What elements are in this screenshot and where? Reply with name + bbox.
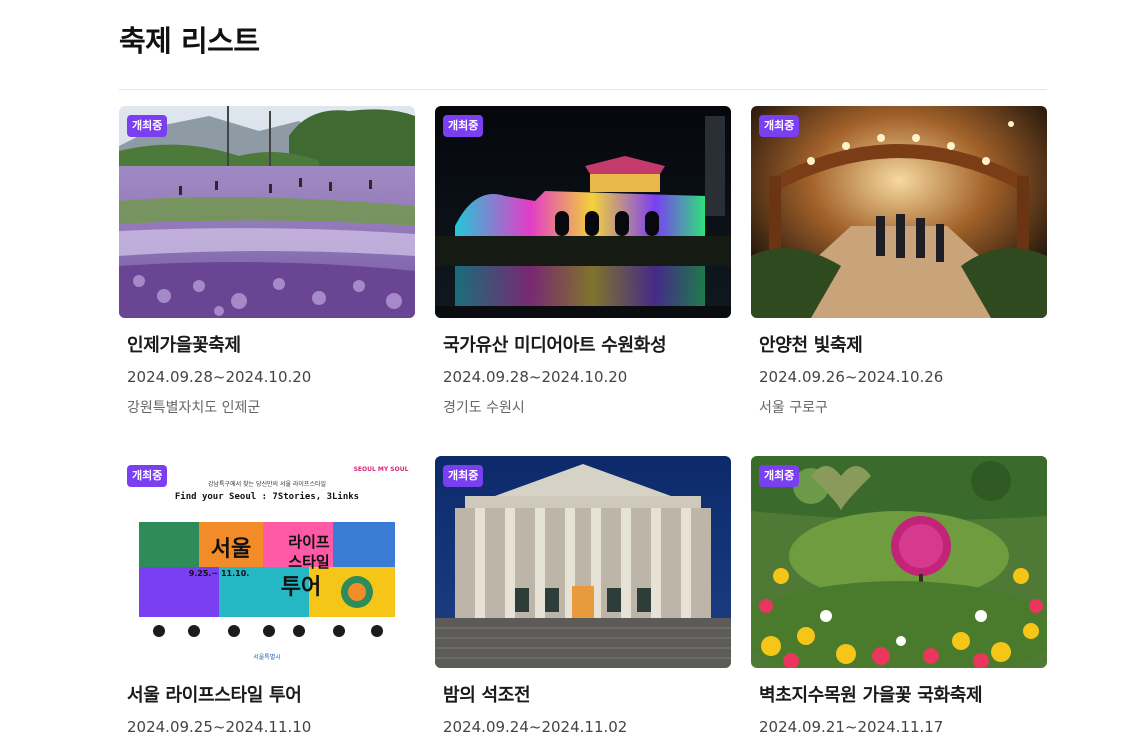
lifestyle-tour-poster-image: 강남특구에서 찾는 당신만의 서울 라이프스타일 Find your Seoul… <box>119 456 415 668</box>
festival-date: 2024.09.26~2024.10.26 <box>759 368 944 386</box>
night-fortress-projection-image <box>435 106 731 318</box>
festival-title[interactable]: 서울 라이프스타일 투어 <box>127 681 302 707</box>
festival-title[interactable]: 국가유산 미디어아트 수원화성 <box>443 331 667 357</box>
svg-text:라이프: 라이프 <box>288 533 330 551</box>
festival-date: 2024.09.21~2024.11.17 <box>759 718 944 736</box>
festival-location: 강원특별자치도 인제군 <box>127 400 261 416</box>
status-badge: 개최중 <box>127 115 168 137</box>
festival-thumbnail[interactable]: 개최중 <box>751 106 1047 318</box>
festival-card[interactable]: 개최중 밤의 석조전 2024.09.24~2024.11.02 <box>435 456 731 742</box>
page-title: 축제 리스트 <box>119 24 260 58</box>
festival-card[interactable]: 개최중 국가유산 미디어아트 수원화성 2024.09.28~2024.10.2… <box>435 106 731 424</box>
festival-card[interactable]: 개최중 벽초지수목원 가을꽃 국화축제 2024.09.21~2024.11.1… <box>751 456 1047 742</box>
purple-flower-field-image <box>119 106 415 318</box>
festival-title[interactable]: 인제가을꽃축제 <box>127 331 241 357</box>
chrysanthemum-garden-image <box>751 456 1047 668</box>
festival-list-page: 축제 리스트 개최중 인제가을꽃축제 2024.09.28~2024.10.20… <box>0 0 1124 742</box>
svg-text:강남특구에서 찾는 당신만의 서울 라이프스타일: 강남특구에서 찾는 당신만의 서울 라이프스타일 <box>208 480 326 488</box>
festival-date: 2024.09.25~2024.11.10 <box>127 718 312 736</box>
festival-title[interactable]: 벽초지수목원 가을꽃 국화축제 <box>759 681 983 707</box>
stone-palace-night-image <box>435 456 731 668</box>
svg-text:서울특별시: 서울특별시 <box>253 653 281 661</box>
festival-card[interactable]: 개최중 인제가을꽃축제 2024.09.28~2024.10.20 강원특별자치… <box>119 106 415 424</box>
status-badge: 개최중 <box>443 115 484 137</box>
title-divider <box>119 89 1047 90</box>
svg-text:9.25.~ 11.10.: 9.25.~ 11.10. <box>189 569 250 578</box>
lantern-tunnel-walkway-image <box>751 106 1047 318</box>
svg-text:스타일: 스타일 <box>288 553 329 571</box>
status-badge: 개최중 <box>443 465 484 487</box>
festival-thumbnail[interactable]: 개최중 <box>435 106 731 318</box>
festival-thumbnail[interactable]: 개최중 <box>119 106 415 318</box>
svg-text:SEOUL MY SOUL: SEOUL MY SOUL <box>354 466 409 473</box>
svg-text:Find your Seoul : 7Stories, 3L: Find your Seoul : 7Stories, 3Links <box>175 491 359 502</box>
festival-title[interactable]: 안양천 빛축제 <box>759 331 863 357</box>
festival-title[interactable]: 밤의 석조전 <box>443 681 531 707</box>
festival-date: 2024.09.24~2024.11.02 <box>443 718 628 736</box>
festival-card[interactable]: 강남특구에서 찾는 당신만의 서울 라이프스타일 Find your Seoul… <box>119 456 415 742</box>
festival-thumbnail[interactable]: 개최중 <box>751 456 1047 668</box>
festival-thumbnail[interactable]: 강남특구에서 찾는 당신만의 서울 라이프스타일 Find your Seoul… <box>119 456 415 668</box>
svg-text:투어: 투어 <box>281 575 321 600</box>
status-badge: 개최중 <box>759 465 800 487</box>
status-badge: 개최중 <box>759 115 800 137</box>
festival-location: 경기도 수원시 <box>443 400 525 416</box>
festival-date: 2024.09.28~2024.10.20 <box>127 368 312 386</box>
festival-card[interactable]: 개최중 안양천 빛축제 2024.09.26~2024.10.26 서울 구로구 <box>751 106 1047 424</box>
status-badge: 개최중 <box>127 465 168 487</box>
festival-location: 서울 구로구 <box>759 400 828 416</box>
svg-text:서울: 서울 <box>211 537 251 562</box>
festival-grid: 개최중 인제가을꽃축제 2024.09.28~2024.10.20 강원특별자치… <box>119 106 1047 742</box>
festival-date: 2024.09.28~2024.10.20 <box>443 368 628 386</box>
festival-thumbnail[interactable]: 개최중 <box>435 456 731 668</box>
